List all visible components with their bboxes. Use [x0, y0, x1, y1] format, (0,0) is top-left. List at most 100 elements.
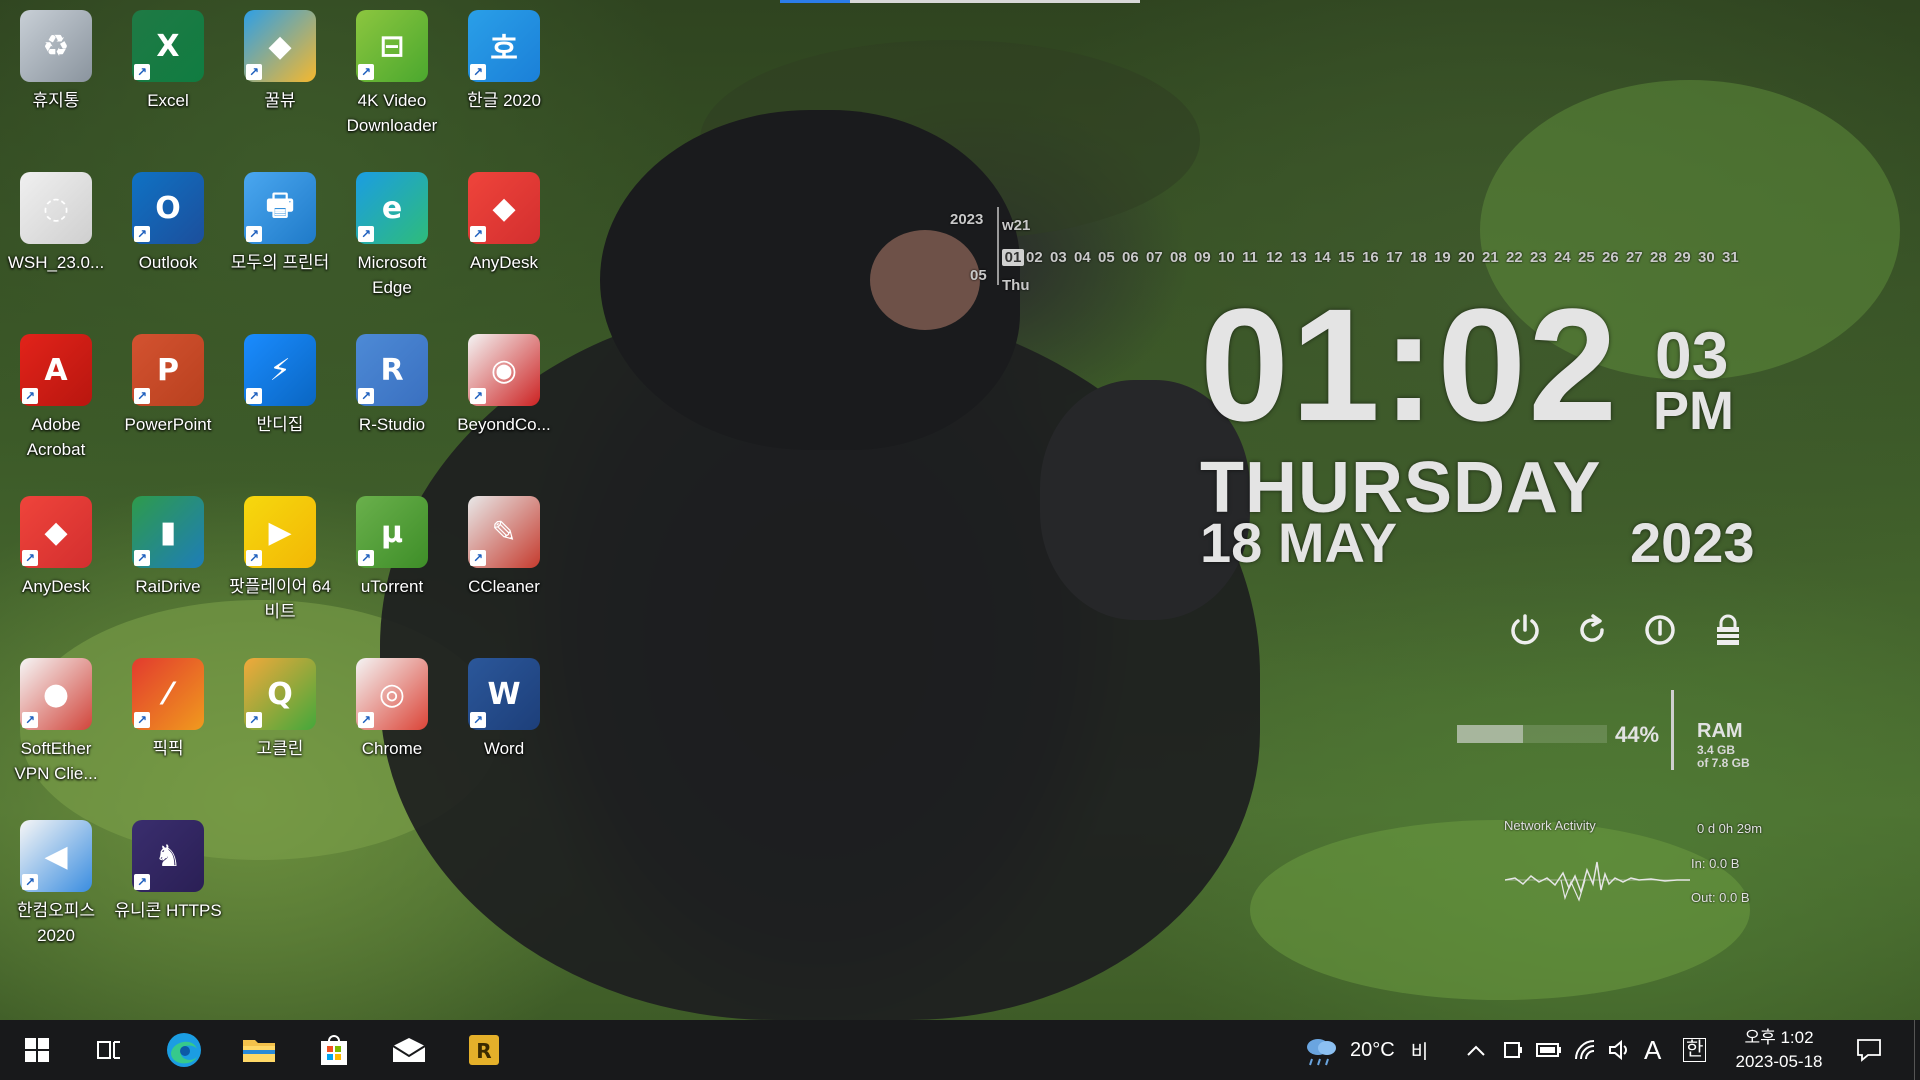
ccleaner-icon: ✎ ↗: [468, 496, 540, 568]
r-studio-icon: R ↗: [356, 334, 428, 406]
volume-button[interactable]: [1608, 1020, 1632, 1080]
restart-icon: [1580, 614, 1604, 642]
desktop-shortcut-label: Adobe Acrobat: [26, 415, 86, 459]
outlook-icon: O ↗: [132, 172, 204, 244]
calendar-day: 31: [1722, 249, 1739, 266]
desktop-shortcut[interactable]: ⁄ ↗ 픽픽: [116, 650, 220, 790]
shutdown-button[interactable]: [1507, 612, 1543, 648]
calendar-day: 14: [1314, 249, 1331, 266]
desktop-shortcut[interactable]: 호 ↗ 한글 2020: [452, 2, 556, 142]
restart-button[interactable]: [1574, 612, 1610, 648]
taskbar-clock[interactable]: 오후 1:02 2023-05-18: [1724, 1020, 1834, 1080]
network-out: Out: 0.0 B: [1691, 890, 1750, 905]
desktop-shortcut[interactable]: O ↗ Outlook: [116, 164, 220, 304]
ram-total: of 7.8 GB: [1697, 756, 1750, 770]
standby-icon: [1645, 615, 1675, 645]
shortcut-arrow-icon: ↗: [22, 550, 38, 566]
shortcut-arrow-icon: ↗: [358, 712, 374, 728]
shortcut-arrow-icon: ↗: [134, 874, 150, 890]
taskbar-store-button[interactable]: [297, 1020, 371, 1080]
show-desktop-button[interactable]: [1914, 1020, 1920, 1080]
start-button[interactable]: [0, 1020, 74, 1080]
desktop-shortcut[interactable]: Q ↗ 고클린: [228, 650, 332, 790]
clock-year: 2023: [1630, 511, 1755, 574]
desktop-shortcut[interactable]: ◆ ↗ AnyDesk: [4, 488, 108, 628]
calendar-days: 01 02 03 04 05 06 07 08 09 10 11 12 13 14 15 16 17 18 19 20…: [1002, 249, 1746, 266]
taskbar-mail-button[interactable]: [372, 1020, 446, 1080]
shortcut-arrow-icon: ↗: [134, 712, 150, 728]
desktop-shortcut[interactable]: ◎ ↗ Chrome: [340, 650, 444, 790]
taskbar-explorer-button[interactable]: [222, 1020, 296, 1080]
desktop-shortcut[interactable]: P ↗ PowerPoint: [116, 326, 220, 466]
notification-center-button[interactable]: [1856, 1020, 1882, 1080]
desktop-shortcut[interactable]: ✎ ↗ CCleaner: [452, 488, 556, 628]
shortcut-arrow-icon: ↗: [134, 388, 150, 404]
desktop-shortcut-label: BeyondCo...: [457, 415, 551, 434]
calendar-day: 26: [1602, 249, 1619, 266]
battery-button[interactable]: [1536, 1020, 1562, 1080]
ram-title: RAM: [1697, 720, 1743, 742]
desktop-shortcut[interactable]: A ↗ Adobe Acrobat: [4, 326, 108, 466]
clock-seconds: 03: [1655, 318, 1729, 392]
calendar-week: w21: [1002, 217, 1031, 234]
desktop-shortcut[interactable]: ⊟ ↗ 4K Video Downloader: [340, 2, 444, 142]
taskbar-r-app-button[interactable]: R: [447, 1020, 521, 1080]
unicorn-https-icon: ♞ ↗: [132, 820, 204, 892]
network-title: Network Activity: [1504, 818, 1596, 833]
svg-text:R: R: [476, 1039, 491, 1063]
desktop-shortcut-label: 꿀뷰: [264, 91, 296, 110]
desktop-shortcut[interactable]: X ↗ Excel: [116, 2, 220, 142]
desktop-shortcut[interactable]: ◌ WSH_23.0...: [4, 164, 108, 304]
desktop-shortcut[interactable]: ♞ ↗ 유니콘 HTTPS: [114, 812, 222, 952]
shortcut-arrow-icon: ↗: [134, 64, 150, 80]
shortcut-arrow-icon: ↗: [358, 64, 374, 80]
calendar-day: 05: [1098, 249, 1115, 266]
desktop-shortcut[interactable]: µ ↗ uTorrent: [340, 488, 444, 628]
desktop-shortcut[interactable]: e ↗ Microsoft Edge: [340, 164, 444, 304]
calendar-day: 13: [1290, 249, 1307, 266]
hancom-office-icon: ◀ ↗: [20, 820, 92, 892]
desktop-shortcut[interactable]: ◉ ↗ BeyondCo...: [452, 326, 556, 466]
desktop-shortcut[interactable]: ● ↗ SoftEther VPN Clie...: [4, 650, 108, 790]
desktop-shortcut[interactable]: ▶ ↗ 팟플레이어 64 비트: [228, 488, 332, 628]
taskbar-edge-button[interactable]: [147, 1020, 221, 1080]
word-icon: W ↗: [468, 658, 540, 730]
calendar-day: 18: [1410, 249, 1427, 266]
tray-device-icon-button[interactable]: [1502, 1020, 1524, 1080]
shortcut-arrow-icon: ↗: [246, 550, 262, 566]
desktop-shortcut[interactable]: ◆ ↗ 꿀뷰: [228, 2, 332, 142]
network-button[interactable]: [1574, 1020, 1596, 1080]
desktop-shortcut[interactable]: ▮ ↗ RaiDrive: [116, 488, 220, 628]
ime-language-button[interactable]: 한: [1683, 1020, 1707, 1080]
top-window-strip: [780, 0, 1140, 3]
network-uptime: 0 d 0h 29m: [1697, 821, 1763, 836]
desktop-shortcut[interactable]: ◆ ↗ AnyDesk: [452, 164, 556, 304]
desktop-shortcut[interactable]: 🖶 ↗ 모두의 프린터: [228, 164, 332, 304]
weather-widget[interactable]: 20°C 비: [1302, 1020, 1428, 1080]
task-view-icon: [97, 1041, 120, 1059]
ram-percent: 44%: [1615, 722, 1660, 747]
ime-mode-button[interactable]: A: [1644, 1020, 1661, 1080]
desktop-shortcut[interactable]: ⚡ ↗ 반디집: [228, 326, 332, 466]
shortcut-arrow-icon: ↗: [246, 226, 262, 242]
beyond-compare-icon: ◉ ↗: [468, 334, 540, 406]
show-hidden-icons-button[interactable]: [1466, 1020, 1486, 1080]
calendar-day: 27: [1626, 249, 1643, 266]
desktop-shortcut-label: AnyDesk: [21, 577, 91, 596]
desktop-shortcut[interactable]: R ↗ R-Studio: [340, 326, 444, 466]
anydesk-icon-2: ◆ ↗: [20, 496, 92, 568]
desktop-shortcut[interactable]: ◀ ↗ 한컴오피스 2020: [4, 812, 108, 952]
desktop-shortcut-label: 모두의 프린터: [230, 253, 330, 272]
sleep-button[interactable]: [1642, 612, 1678, 648]
desktop-shortcut-label: Microsoft Edge: [357, 253, 427, 297]
edge-icon: e ↗: [356, 172, 428, 244]
shortcut-arrow-icon: ↗: [134, 550, 150, 566]
desktop-shortcut[interactable]: ♻ 휴지통: [4, 2, 108, 142]
desktop-shortcut[interactable]: W ↗ Word: [452, 650, 556, 790]
task-view-button[interactable]: [72, 1020, 146, 1080]
camera-device-icon: [1504, 1042, 1522, 1058]
calendar-day: 04: [1074, 249, 1091, 266]
desktop-shortcut-label: Word: [483, 739, 525, 758]
excel-icon: X ↗: [132, 10, 204, 82]
lock-button[interactable]: [1710, 612, 1746, 648]
